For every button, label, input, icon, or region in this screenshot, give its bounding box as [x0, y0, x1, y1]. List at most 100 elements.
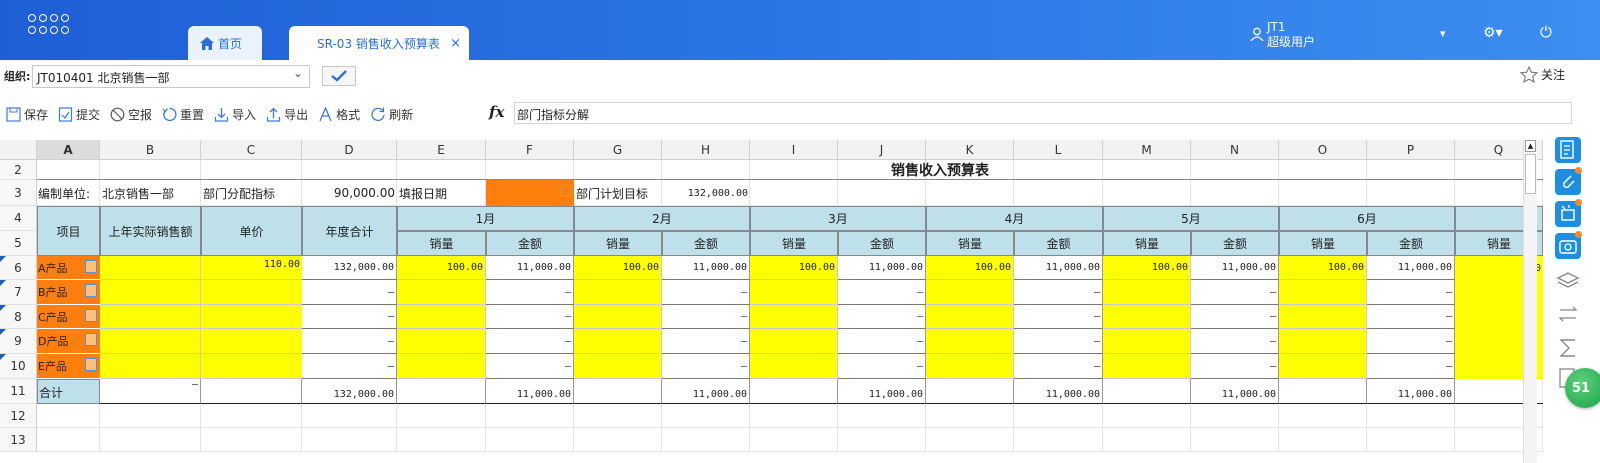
- scroll-up-icon[interactable]: ▲: [1525, 140, 1536, 152]
- column-header-F[interactable]: F: [486, 140, 574, 160]
- last-year-input[interactable]: [100, 256, 201, 280]
- detail-icon[interactable]: [85, 284, 97, 297]
- qty-input[interactable]: [926, 305, 1014, 329]
- qty-input[interactable]: [926, 329, 1014, 354]
- confirm-button[interactable]: [322, 66, 356, 86]
- tab-report[interactable]: SR-03 销售收入预算表 ×: [289, 26, 469, 60]
- submit-button[interactable]: 提交: [58, 106, 100, 123]
- org-select[interactable]: JT010401 北京销售一部 ⌄: [32, 65, 310, 88]
- format-button[interactable]: 格式: [318, 106, 360, 123]
- grid-cell[interactable]: [750, 180, 838, 206]
- grid-cell[interactable]: [1103, 404, 1191, 428]
- qty-input[interactable]: [397, 280, 486, 305]
- qty-input[interactable]: [397, 305, 486, 329]
- grid-cell[interactable]: [302, 404, 397, 428]
- qty-input[interactable]: [574, 329, 662, 354]
- qty-input[interactable]: 100.00: [750, 256, 838, 280]
- qty-input[interactable]: 100.00: [397, 256, 486, 280]
- alloc-value[interactable]: 90,000.00: [302, 180, 397, 206]
- row-header-5[interactable]: 5: [0, 231, 37, 256]
- grid-cell[interactable]: [926, 404, 1014, 428]
- row-header-7[interactable]: 7: [0, 280, 37, 305]
- vertical-scrollbar[interactable]: ▲: [1523, 140, 1537, 463]
- column-header-N[interactable]: N: [1191, 140, 1279, 160]
- qty-input[interactable]: [1279, 354, 1367, 379]
- column-header-E[interactable]: E: [397, 140, 486, 160]
- grid-cell[interactable]: [397, 404, 486, 428]
- grid-cell[interactable]: [1367, 180, 1455, 206]
- price-input[interactable]: 110.00: [201, 256, 302, 280]
- swap-icon[interactable]: [1555, 301, 1581, 327]
- power-icon[interactable]: ⏻: [1540, 23, 1552, 41]
- column-header-H[interactable]: H: [662, 140, 750, 160]
- grid-cell[interactable]: [662, 428, 750, 452]
- qty-input[interactable]: [750, 354, 838, 379]
- row-header-13[interactable]: 13: [0, 428, 37, 452]
- row-header-12[interactable]: 12: [0, 404, 37, 428]
- grid-cell[interactable]: [838, 428, 926, 452]
- qty-input[interactable]: [1279, 329, 1367, 354]
- qty-input[interactable]: 100.00: [1103, 256, 1191, 280]
- column-header-K[interactable]: K: [926, 140, 1014, 160]
- spreadsheet-grid[interactable]: ABCDEFGHIJKLMNOPQ 2 3 4 5 6 7 8 9 10 11 12 13 销售收入预…: [0, 140, 1546, 463]
- grid-cell[interactable]: [1191, 180, 1279, 206]
- grid-cell[interactable]: [750, 404, 838, 428]
- attachment-icon[interactable]: [1555, 167, 1582, 195]
- column-header-B[interactable]: B: [100, 140, 201, 160]
- qty-input[interactable]: [1103, 354, 1191, 379]
- qty-input[interactable]: [574, 354, 662, 379]
- row-header-3[interactable]: 3: [0, 180, 37, 206]
- qty-input[interactable]: [926, 280, 1014, 305]
- camera-icon[interactable]: [1555, 231, 1582, 259]
- grid-cell[interactable]: [1014, 404, 1103, 428]
- qty-input[interactable]: [926, 354, 1014, 379]
- date-input[interactable]: [486, 180, 574, 206]
- row-header-11[interactable]: 11: [0, 379, 37, 404]
- column-header-O[interactable]: O: [1279, 140, 1367, 160]
- sum-icon[interactable]: [1555, 335, 1581, 361]
- refresh-button[interactable]: 刷新: [370, 106, 413, 123]
- grid-cell[interactable]: [574, 428, 662, 452]
- save-button[interactable]: 保存: [6, 106, 48, 123]
- reset-button[interactable]: 重置: [162, 106, 204, 123]
- grid-cell[interactable]: [486, 428, 574, 452]
- grid-cell[interactable]: [1191, 428, 1279, 452]
- grid-cell[interactable]: [926, 180, 1014, 206]
- grid-cell[interactable]: [397, 428, 486, 452]
- tab-home[interactable]: 首页: [188, 26, 262, 60]
- workflow-icon[interactable]: [1555, 199, 1582, 227]
- row-header-6[interactable]: 6: [0, 256, 37, 280]
- qty-input[interactable]: [574, 305, 662, 329]
- user-info[interactable]: JT1 超级用户: [1267, 20, 1315, 50]
- qty-input[interactable]: [397, 329, 486, 354]
- last-year-input[interactable]: [100, 354, 201, 379]
- grid-cell[interactable]: [1103, 180, 1191, 206]
- grid-cell[interactable]: [1103, 428, 1191, 452]
- grid-cell[interactable]: [1014, 428, 1103, 452]
- grid-cell[interactable]: [838, 180, 926, 206]
- last-year-input[interactable]: [100, 305, 201, 329]
- user-dropdown-icon[interactable]: ▾: [1440, 27, 1446, 40]
- detail-icon[interactable]: [85, 309, 97, 322]
- column-header-G[interactable]: G: [574, 140, 662, 160]
- grid-cell[interactable]: [201, 428, 302, 452]
- column-header-P[interactable]: P: [1367, 140, 1455, 160]
- settings-icon[interactable]: ⚙▾: [1483, 25, 1503, 41]
- qty-input[interactable]: [1103, 280, 1191, 305]
- price-input[interactable]: [201, 329, 302, 354]
- floating-badge[interactable]: 51: [1565, 368, 1600, 408]
- qty-input[interactable]: [750, 305, 838, 329]
- qty-input[interactable]: [1103, 305, 1191, 329]
- grid-cell[interactable]: [750, 428, 838, 452]
- qty-input[interactable]: [574, 280, 662, 305]
- follow-button[interactable]: 关注: [1520, 66, 1565, 83]
- grid-cell[interactable]: [1014, 180, 1103, 206]
- grid-cell[interactable]: [1279, 404, 1367, 428]
- row-header-10[interactable]: 10: [0, 354, 37, 379]
- row-header-2[interactable]: 2: [0, 160, 37, 180]
- qty-input[interactable]: [1103, 329, 1191, 354]
- target-value[interactable]: 132,000.00: [662, 180, 750, 206]
- empty-report-button[interactable]: 空报: [110, 106, 152, 123]
- qty-input[interactable]: [1279, 305, 1367, 329]
- price-input[interactable]: [201, 305, 302, 329]
